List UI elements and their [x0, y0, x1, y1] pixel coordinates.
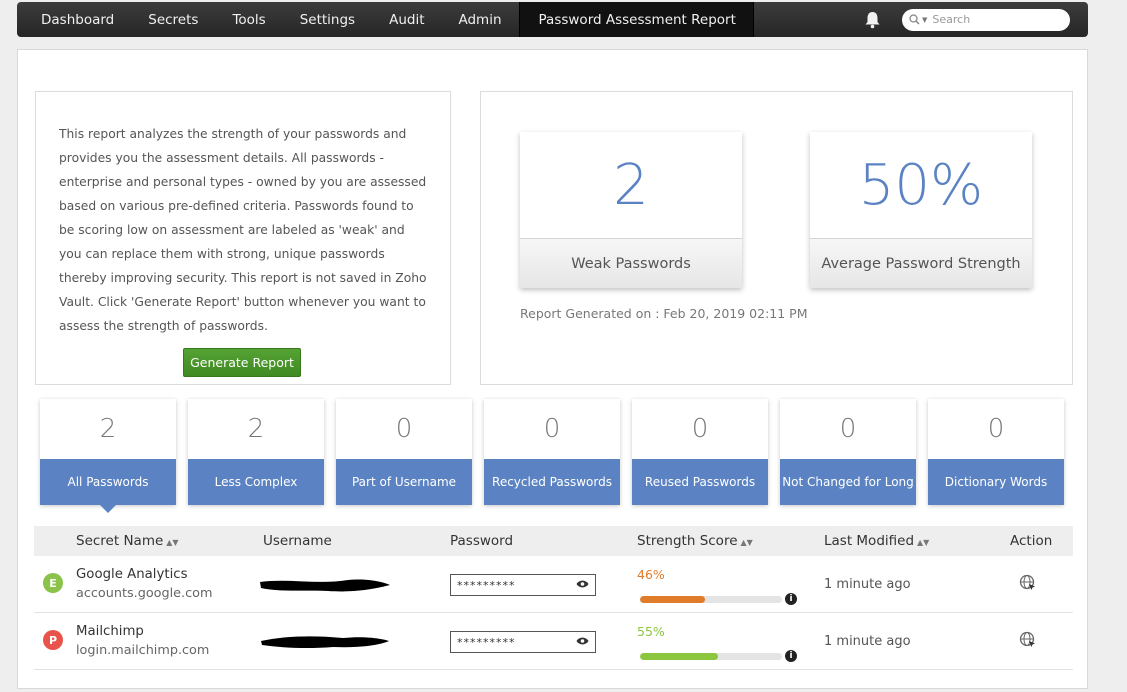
header-strength-score[interactable]: Strength Score ▲▼: [637, 533, 753, 549]
avatar: E: [43, 573, 63, 593]
tile-dictionary-words[interactable]: 0 Dictionary Words: [928, 399, 1064, 505]
open-url-globe-icon[interactable]: [1019, 574, 1037, 592]
redacted-username: [261, 636, 389, 649]
average-strength-label: Average Password Strength: [810, 238, 1032, 288]
description-panel: This report analyzes the strength of you…: [35, 91, 451, 385]
weak-passwords-card: 2 Weak Passwords: [520, 132, 742, 288]
bell-icon[interactable]: [862, 10, 882, 30]
secret-url: accounts.google.com: [76, 586, 213, 601]
header-secret-name[interactable]: Secret Name ▲▼: [76, 533, 179, 549]
tile-label: Part of Username: [336, 459, 472, 505]
average-strength-card: 50% Average Password Strength: [810, 132, 1032, 288]
stats-panel: 2 Weak Passwords 50% Average Password St…: [480, 91, 1073, 385]
info-icon[interactable]: i: [785, 650, 797, 662]
open-url-globe-icon[interactable]: [1019, 631, 1037, 649]
strength-score: 46%: [637, 567, 665, 582]
header-last-modified[interactable]: Last Modified ▲▼: [824, 533, 929, 549]
tile-not-changed-for-long[interactable]: 0 Not Changed for Long: [780, 399, 916, 505]
table-row: E Google Analytics accounts.google.com *…: [34, 556, 1073, 613]
last-modified: 1 minute ago: [824, 577, 911, 592]
sort-icon: ▲▼: [740, 538, 753, 547]
tile-value: 0: [543, 414, 561, 444]
nav-tools[interactable]: Tools: [215, 2, 282, 37]
strength-score: 55%: [637, 624, 665, 639]
password-field[interactable]: *********: [450, 574, 596, 596]
tile-reused-passwords[interactable]: 0 Reused Passwords: [632, 399, 768, 505]
sort-icon: ▲▼: [917, 538, 930, 547]
main-panel: This report analyzes the strength of you…: [17, 49, 1088, 689]
redacted-username: [260, 579, 390, 592]
tile-all-passwords[interactable]: 2 All Passwords: [40, 399, 176, 513]
tile-label: Reused Passwords: [632, 459, 768, 505]
eye-icon[interactable]: [576, 579, 589, 589]
strength-bar: [640, 653, 782, 660]
strength-bar: [640, 596, 782, 603]
header-action: Action: [1010, 533, 1053, 549]
last-modified: 1 minute ago: [824, 634, 911, 649]
nav-dashboard[interactable]: Dashboard: [17, 2, 131, 37]
header-password: Password: [450, 533, 514, 549]
table-header: Secret Name ▲▼ Username Password Strength…: [34, 526, 1073, 556]
top-navbar: Dashboard Secrets Tools Settings Audit A…: [17, 2, 1088, 37]
tile-part-of-username[interactable]: 0 Part of Username: [336, 399, 472, 505]
tile-value: 2: [99, 414, 117, 444]
password-field[interactable]: *********: [450, 631, 596, 653]
tile-value: 0: [987, 414, 1005, 444]
description-text: This report analyzes the strength of you…: [59, 127, 427, 333]
strength-bar-fill: [640, 653, 719, 660]
tile-label: Dictionary Words: [928, 459, 1064, 505]
weak-passwords-label: Weak Passwords: [520, 238, 742, 288]
selected-caret-icon: [100, 505, 116, 513]
eye-icon[interactable]: [576, 636, 589, 646]
search-icon: [909, 14, 920, 25]
sort-icon: ▲▼: [166, 538, 179, 547]
average-strength-value: 50%: [858, 152, 984, 218]
header-username: Username: [263, 533, 332, 549]
nav-audit[interactable]: Audit: [372, 2, 441, 37]
tile-label: Recycled Passwords: [484, 459, 620, 505]
weak-passwords-value: 2: [613, 152, 649, 218]
secret-url: login.mailchimp.com: [76, 643, 210, 658]
table-row: P Mailchimp login.mailchimp.com ********…: [34, 613, 1073, 670]
tile-label: All Passwords: [40, 459, 176, 505]
tile-value: 2: [247, 414, 265, 444]
chevron-down-icon[interactable]: ▼: [922, 16, 927, 24]
nav-admin[interactable]: Admin: [441, 2, 518, 37]
nav-settings[interactable]: Settings: [283, 2, 372, 37]
nav-password-assessment-report[interactable]: Password Assessment Report: [518, 2, 754, 37]
tile-value: 0: [691, 414, 709, 444]
report-generated-date: Report Generated on : Feb 20, 2019 02:11…: [520, 306, 808, 321]
search-placeholder: Search: [932, 13, 971, 26]
tile-recycled-passwords[interactable]: 0 Recycled Passwords: [484, 399, 620, 505]
secret-name[interactable]: Google Analytics: [76, 567, 188, 582]
strength-bar-fill: [640, 596, 706, 603]
tile-value: 0: [839, 414, 857, 444]
tile-value: 0: [395, 414, 413, 444]
nav-secrets[interactable]: Secrets: [131, 2, 215, 37]
search-input[interactable]: ▼ Search: [902, 8, 1070, 31]
tile-label: Less Complex: [188, 459, 324, 505]
info-icon[interactable]: i: [785, 593, 797, 605]
tile-label: Not Changed for Long: [780, 459, 916, 505]
tile-less-complex[interactable]: 2 Less Complex: [188, 399, 324, 505]
avatar: P: [43, 630, 63, 650]
generate-report-button[interactable]: Generate Report: [183, 348, 301, 377]
secret-name[interactable]: Mailchimp: [76, 624, 144, 639]
